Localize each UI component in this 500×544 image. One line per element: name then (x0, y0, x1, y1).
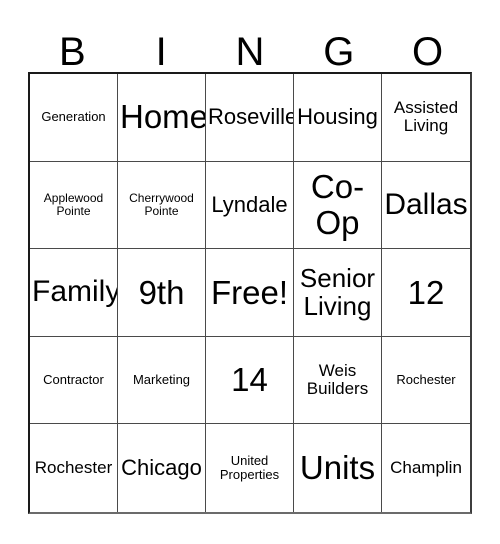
bingo-cell-label: Marketing (132, 372, 191, 388)
bingo-cell-r5c3[interactable]: United Properties (206, 424, 294, 512)
bingo-cell-label: United Properties (219, 453, 280, 483)
bingo-cell-r1c4[interactable]: Housing (294, 74, 382, 162)
bingo-card: B I N G O Generation Home Roseville Housing… (0, 0, 500, 544)
bingo-cell-r3c5[interactable]: 12 (382, 249, 470, 337)
bingo-cell-r3c1[interactable]: Family (30, 249, 118, 337)
header-letter-n: N (235, 30, 265, 74)
bingo-cell-r1c3[interactable]: Roseville (206, 74, 294, 162)
bingo-cell-r2c2[interactable]: Cherrywood Pointe (118, 161, 206, 250)
bingo-cell-label: 12 (407, 273, 445, 311)
header-letter-o: O (412, 30, 444, 74)
bingo-cell-r4c5[interactable]: Rochester (382, 336, 470, 425)
bingo-cell-r2c4[interactable]: Co- Op (294, 161, 382, 250)
bingo-cell-label: Cherrywood Pointe (129, 190, 194, 218)
header-letter-i: I (155, 30, 167, 74)
bingo-cell-r4c2[interactable]: Marketing (118, 336, 206, 425)
bingo-cell-label: Lyndale (211, 192, 288, 218)
bingo-cell-r2c5[interactable]: Dallas (382, 161, 470, 250)
bingo-cell-label: Home (120, 98, 206, 136)
bingo-cell-r5c2[interactable]: Chicago (118, 424, 206, 512)
bingo-cell-label: Housing (297, 104, 378, 130)
bingo-grid: Generation Home Roseville Housing Assisted L… (28, 72, 472, 514)
bingo-cell-r5c1[interactable]: Rochester (30, 424, 118, 512)
bingo-cell-label: Senior Living (299, 263, 376, 322)
bingo-cell-r3c3[interactable]: Free! (206, 249, 294, 337)
bingo-cell-label: 9th (138, 273, 185, 311)
bingo-cell-label: 14 (231, 361, 268, 399)
bingo-cell-label: Units (299, 449, 376, 487)
bingo-cell-label: Contractor (43, 372, 104, 388)
bingo-cell-r5c5[interactable]: Champlin (382, 424, 470, 512)
bingo-cell-label: Assisted Living (393, 97, 459, 136)
bingo-cell-r4c3[interactable]: 14 (206, 336, 294, 425)
bingo-cell-label: Co- Op (310, 168, 365, 241)
bingo-cell-label: Roseville (208, 104, 294, 130)
bingo-cell-label: Weis Builders (306, 360, 369, 399)
bingo-cell-label: Rochester (34, 458, 113, 477)
bingo-cell-label: Dallas (384, 187, 468, 221)
bingo-header-row: B I N G O (28, 18, 472, 72)
bingo-cell-r4c1[interactable]: Contractor (30, 336, 118, 425)
bingo-cell-r1c5[interactable]: Assisted Living (382, 74, 470, 162)
header-letter-g: G (323, 30, 355, 74)
bingo-cell-label: Generation (41, 109, 106, 125)
bingo-cell-label: Free! (210, 273, 289, 311)
bingo-cell-r3c2[interactable]: 9th (118, 249, 206, 337)
bingo-cell-label: Applewood Pointe (43, 190, 104, 218)
bingo-cell-r1c1[interactable]: Generation (30, 74, 118, 162)
bingo-cell-r1c2[interactable]: Home (118, 74, 206, 162)
bingo-cell-r2c3[interactable]: Lyndale (206, 161, 294, 250)
bingo-cell-label: Chicago (121, 455, 202, 481)
bingo-cell-r3c4[interactable]: Senior Living (294, 249, 382, 337)
bingo-cell-label: Champlin (390, 458, 462, 477)
bingo-cell-r5c4[interactable]: Units (294, 424, 382, 512)
bingo-cell-label: Family (32, 275, 118, 309)
bingo-cell-r4c4[interactable]: Weis Builders (294, 336, 382, 425)
bingo-cell-label: Rochester (396, 372, 456, 388)
header-letter-b: B (59, 30, 86, 74)
bingo-cell-r2c1[interactable]: Applewood Pointe (30, 161, 118, 250)
